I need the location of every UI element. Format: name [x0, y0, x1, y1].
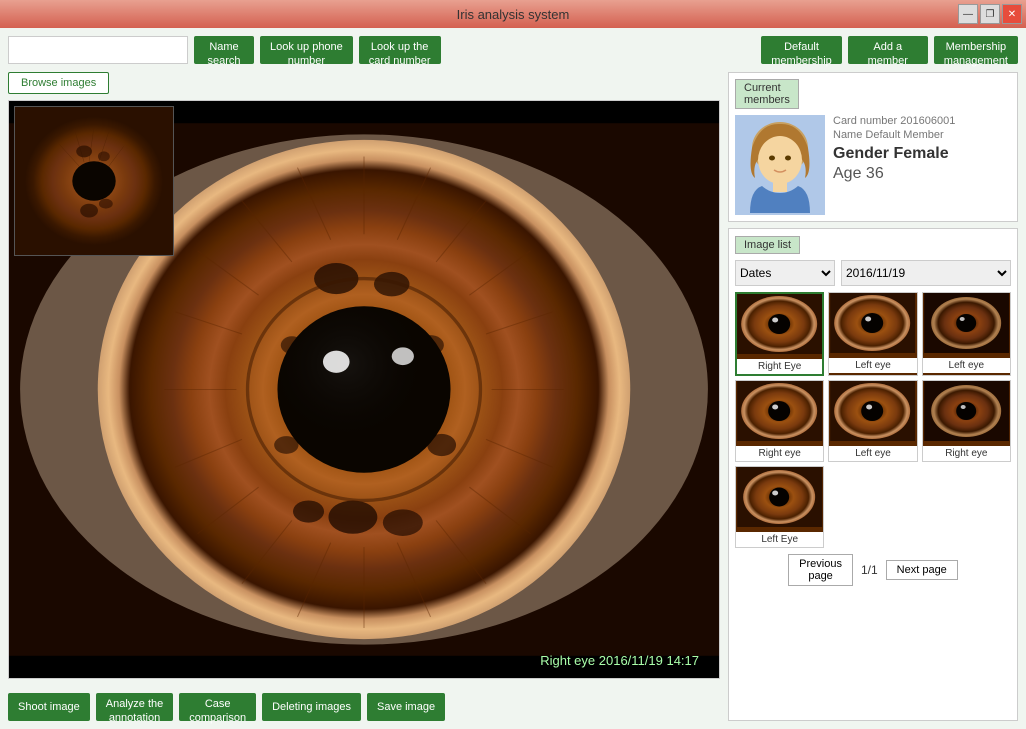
bottom-toolbar: Shoot image Analyze the annotation Case …	[8, 693, 720, 721]
eye-thumb-7[interactable]: Left Eye	[735, 466, 824, 548]
eye-thumb-label-2: Left eye	[829, 358, 916, 373]
default-membership-button[interactable]: Default membership	[761, 36, 842, 64]
main-window: Iris analysis system — ❐ ✕ Name search L…	[0, 0, 1026, 729]
eye-thumb-2[interactable]: Left eye	[828, 292, 917, 376]
previous-page-button[interactable]: Previous page	[788, 554, 853, 586]
add-member-button[interactable]: Add a member	[848, 36, 928, 64]
eye-thumb-label-4: Right eye	[736, 446, 823, 461]
eye-thumb-3[interactable]: Left eye	[922, 292, 1011, 376]
title-bar: Iris analysis system — ❐ ✕	[0, 0, 1026, 28]
save-image-button[interactable]: Save image	[367, 693, 445, 721]
member-details: Card number 201606001 Name Default Membe…	[833, 115, 1011, 183]
content-area: Name search Look up phone number Look up…	[0, 28, 1026, 729]
member-name: Name Default Member	[833, 129, 1011, 141]
name-search-button[interactable]: Name search	[194, 36, 254, 64]
dates-select[interactable]: Dates	[735, 260, 835, 286]
lookup-phone-button[interactable]: Look up phone number	[260, 36, 353, 64]
minimize-button[interactable]: —	[958, 4, 978, 24]
case-comparison-button[interactable]: Case comparison	[179, 693, 256, 721]
image-info-text: Right eye 2016/11/19 14:17	[540, 653, 699, 668]
image-list-section: Image list Dates 2016/11/19	[728, 228, 1018, 721]
deleting-images-button[interactable]: Deleting images	[262, 693, 361, 721]
member-info: Card number 201606001 Name Default Membe…	[735, 115, 1011, 215]
next-page-button[interactable]: Next page	[886, 560, 958, 580]
image-grid: Right Eye	[735, 292, 1011, 548]
eye-thumb-1[interactable]: Right Eye	[735, 292, 824, 376]
search-input[interactable]	[8, 36, 188, 64]
image-list-label: Image list	[735, 236, 800, 254]
card-number: Card number 201606001	[833, 115, 1011, 127]
main-image-container[interactable]: Right eye 2016/11/19 14:17	[8, 100, 720, 679]
member-age: Age 36	[833, 165, 1011, 183]
left-panel: Browse images	[8, 72, 720, 721]
member-gender: Gender Female	[833, 145, 1011, 163]
eye-thumb-label-1: Right Eye	[737, 359, 822, 374]
lookup-card-button[interactable]: Look up the card number	[359, 36, 441, 64]
close-button[interactable]: ✕	[1002, 4, 1022, 24]
main-area: Browse images	[8, 72, 1018, 721]
image-list-header: Dates 2016/11/19	[735, 260, 1011, 286]
thumb-iris-image	[15, 107, 173, 255]
thumbnail-overlay	[14, 106, 174, 256]
eye-thumb-4[interactable]: Right eye	[735, 380, 824, 462]
eye-thumb-label-7: Left Eye	[736, 532, 823, 547]
window-title: Iris analysis system	[457, 7, 570, 22]
page-info: 1/1	[861, 563, 878, 577]
current-members-label: Current members	[735, 79, 799, 109]
restore-button[interactable]: ❐	[980, 4, 1000, 24]
browse-images-button[interactable]: Browse images	[8, 72, 109, 94]
membership-management-button[interactable]: Membership management	[934, 36, 1018, 64]
eye-thumb-5[interactable]: Left eye	[828, 380, 917, 462]
member-avatar	[735, 115, 825, 215]
date-select[interactable]: 2016/11/19	[841, 260, 1011, 286]
eye-thumb-label-3: Left eye	[923, 358, 1010, 373]
eye-thumb-label-6: Right eye	[923, 446, 1010, 461]
eye-thumb-6[interactable]: Right eye	[922, 380, 1011, 462]
top-toolbar: Name search Look up phone number Look up…	[8, 36, 1018, 64]
window-controls: — ❐ ✕	[958, 4, 1022, 24]
right-panel: Current members	[728, 72, 1018, 721]
member-section: Current members	[728, 72, 1018, 222]
shoot-image-button[interactable]: Shoot image	[8, 693, 90, 721]
browse-container: Browse images	[8, 72, 720, 94]
pagination: Previous page 1/1 Next page	[735, 554, 1011, 586]
eye-thumb-label-5: Left eye	[829, 446, 916, 461]
analyze-annotation-button[interactable]: Analyze the annotation	[96, 693, 173, 721]
